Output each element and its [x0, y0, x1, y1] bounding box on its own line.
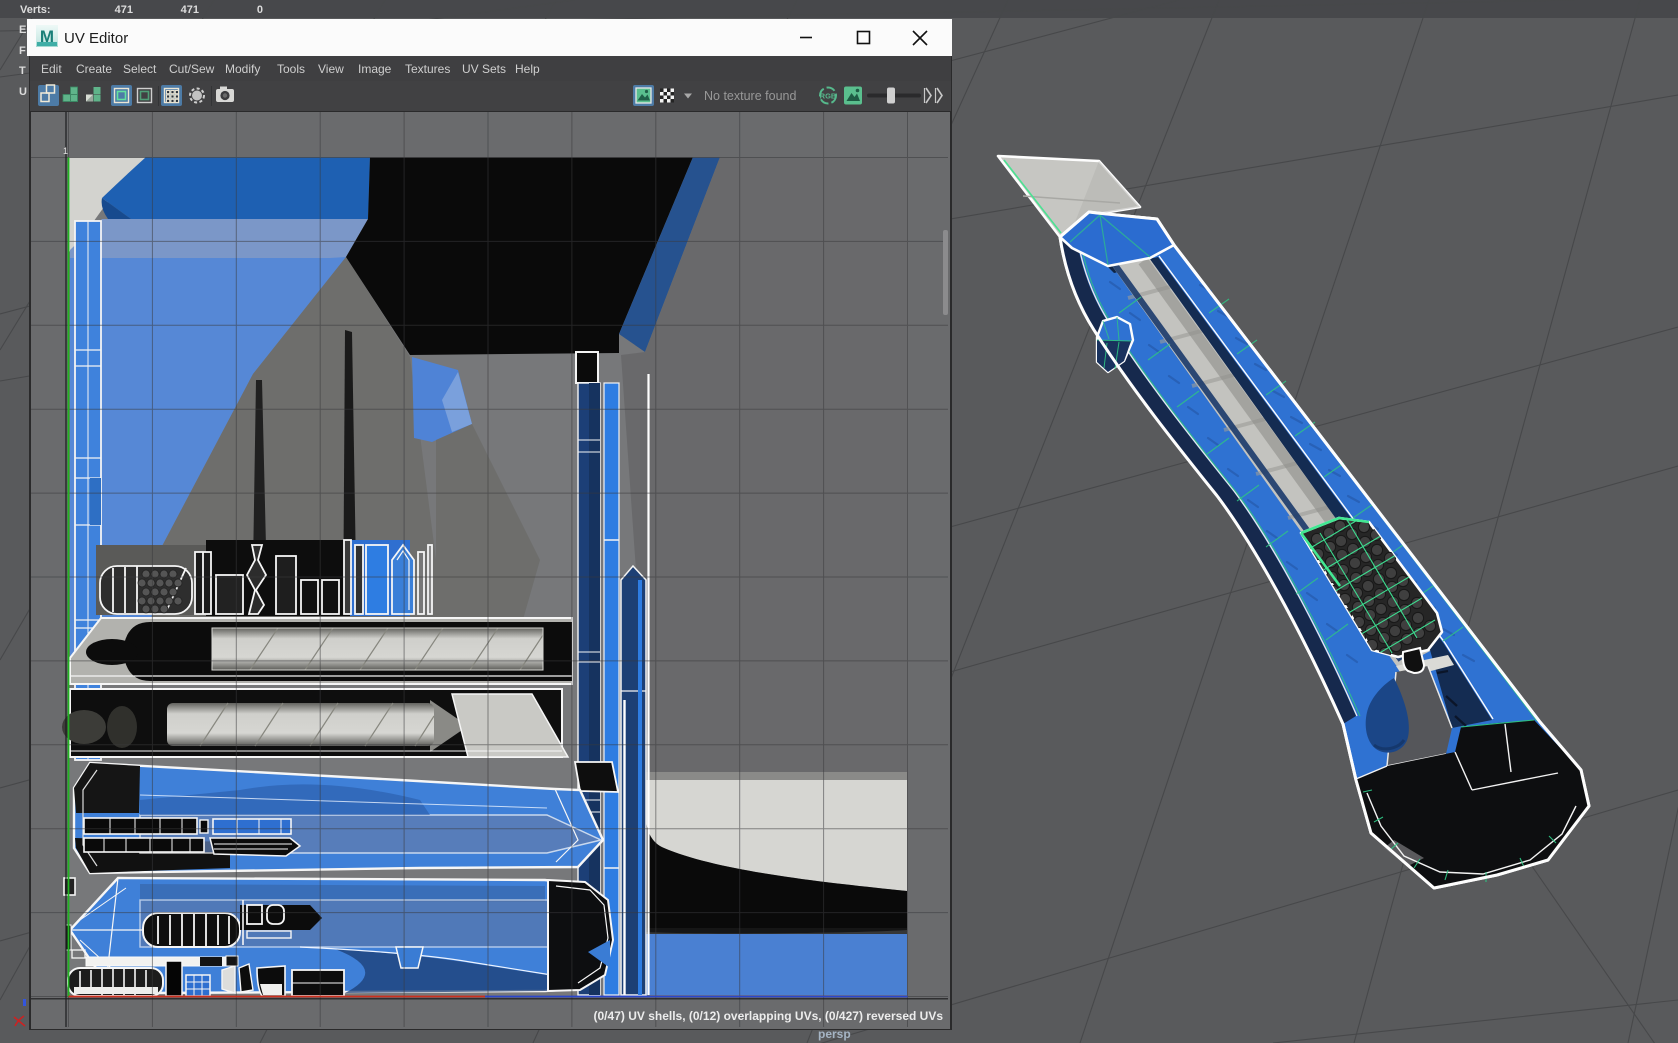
- svg-text:1: 1: [63, 146, 68, 156]
- svg-text:RGB: RGB: [820, 92, 837, 101]
- svg-text:UV Editor: UV Editor: [64, 30, 128, 47]
- svg-text:No texture found: No texture found: [704, 89, 796, 103]
